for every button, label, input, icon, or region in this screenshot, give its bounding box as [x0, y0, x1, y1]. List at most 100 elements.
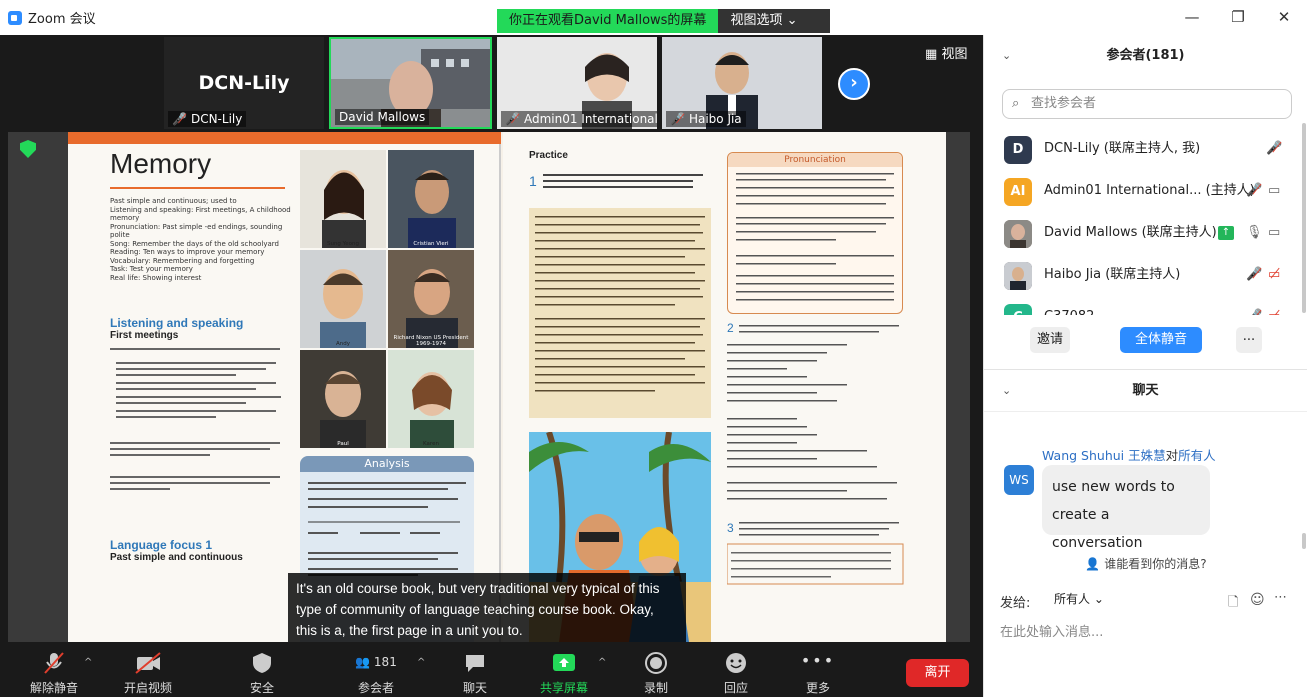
reactions-button[interactable]: 回应	[716, 651, 756, 696]
story-text-graphic	[535, 216, 705, 392]
close-button[interactable]: ✕	[1261, 0, 1307, 35]
exercise-text-block	[110, 346, 295, 506]
avatar: D	[1004, 136, 1032, 164]
chat-message-input[interactable]: 在此处输入消息...	[1000, 621, 1103, 640]
chat-message-line: use new words to	[1052, 479, 1175, 495]
camera-off-icon	[135, 652, 161, 674]
mute-all-button[interactable]: 全体静音	[1120, 327, 1202, 353]
participant-row[interactable]: AI Admin01 International... (主持人) 🎤̸ ▭	[984, 173, 1300, 215]
participants-icon: 👥 181	[355, 655, 397, 669]
avatar: WS	[1004, 465, 1034, 495]
restore-button[interactable]: ❐	[1215, 0, 1261, 35]
collapse-chevron-icon[interactable]: ⌄	[1002, 370, 1011, 412]
more-button[interactable]: ••• 更多	[798, 651, 838, 696]
participant-row[interactable]: Haibo Jia (联席主持人) 🎤̸ ▭̸	[984, 257, 1300, 299]
grid-icon: ▦	[925, 47, 938, 62]
pronunciation-box: Pronunciation	[727, 152, 903, 314]
pronunciation-title: Pronunciation	[728, 153, 902, 167]
start-video-button[interactable]: 开启视频	[120, 651, 176, 696]
participants-options-caret[interactable]: ^	[417, 657, 425, 668]
shield-icon	[253, 653, 271, 673]
collapse-chevron-icon[interactable]: ⌄	[1002, 35, 1011, 77]
more-options-button[interactable]: ...	[1236, 327, 1262, 353]
page-header-band	[68, 132, 501, 144]
title-rule	[110, 187, 285, 189]
video-tile-haibo-jia[interactable]: 🎤̸ Haibo Jia	[662, 37, 822, 129]
unmute-button[interactable]: 解除静音	[26, 651, 82, 696]
participants-panel-title: 参会者(181)	[1106, 48, 1185, 63]
invite-button[interactable]: 邀请	[1030, 327, 1070, 353]
emoji-icon[interactable]: ☺	[1250, 592, 1265, 608]
objective-item: Vocabulary: Remembering and forgetting	[110, 256, 255, 265]
mic-muted-icon[interactable]: 🎤̸	[1246, 183, 1262, 198]
tile-name-label: 🎤̸ Haibo Jia	[666, 111, 746, 127]
objective-item: Pronunciation: Past simple -ed endings, …	[110, 222, 283, 240]
photo-karen: Karen	[388, 350, 474, 448]
video-tile-dcn-lily[interactable]: DCN-Lily 🎤̸ DCN-Lily	[164, 37, 324, 129]
participant-name: DCN-Lily (联席主持人, 我)	[1044, 141, 1201, 156]
live-caption: It's an old course book, but very tradit…	[288, 573, 686, 642]
participant-search-input[interactable]: ⌕ 查找参会者	[1002, 89, 1292, 119]
app-title: Zoom 会议	[28, 12, 96, 27]
mic-muted-icon[interactable]: 🎤̸	[1246, 309, 1262, 315]
chat-sender[interactable]: Wang Shuhui 王姝慧	[1042, 448, 1166, 463]
avatar	[1004, 220, 1032, 248]
video-camera-icon[interactable]: ▭	[1268, 225, 1280, 240]
screen-sharing-icon: ↑	[1218, 226, 1234, 240]
record-button[interactable]: 录制	[636, 651, 676, 696]
share-options-caret[interactable]: ^	[598, 657, 606, 668]
participant-row[interactable]: D DCN-Lily (联席主持人, 我) 🎤̸	[984, 131, 1300, 173]
mic-muted-icon: 🎤̸	[172, 112, 187, 126]
audio-options-caret[interactable]: ^	[84, 657, 92, 668]
video-tile-david-mallows[interactable]: David Mallows	[329, 37, 492, 129]
past-simple-subtitle: Past simple and continuous	[110, 552, 243, 563]
microphone-icon[interactable]: 🎙	[1246, 225, 1263, 240]
video-off-icon[interactable]: ▭̸	[1268, 267, 1280, 282]
participants-button[interactable]: 👥 181 参会者	[346, 651, 406, 696]
mic-muted-icon[interactable]: 🎤̸	[1266, 141, 1282, 156]
security-shield-icon	[20, 140, 36, 158]
chat-message-bubble: use new words to create a conversation	[1042, 465, 1210, 551]
who-can-see-link[interactable]: 👤 谁能看到你的消息?	[984, 555, 1307, 572]
participant-row[interactable]: C C37082 🎤̸ ▭̸	[984, 299, 1300, 315]
leave-button[interactable]: 离开	[906, 659, 969, 687]
view-button[interactable]: ▦ 视图	[925, 43, 967, 62]
book-right-page: Practice 1 Pronunciation 2 3	[503, 132, 946, 642]
svg-text:3: 3	[727, 521, 734, 535]
objective-item: Listening and speaking: First meetings, …	[110, 205, 291, 223]
chat-scrollbar[interactable]	[1302, 533, 1306, 549]
view-options-button[interactable]: 视图选项 ⌄	[718, 9, 831, 33]
video-off-icon[interactable]: ▭̸	[1268, 309, 1280, 315]
chat-divider	[984, 411, 1307, 412]
send-to-dropdown[interactable]: 所有人 ⌄	[1046, 587, 1110, 611]
photo-cristian-vieri: Cristian Vieri	[388, 150, 474, 248]
tile-name-label: 🎤̸ Admin01 International...	[501, 111, 657, 127]
chat-panel-header: ⌄ 聊天	[984, 370, 1307, 412]
language-focus-title: Language focus 1	[110, 538, 213, 552]
participant-row[interactable]: David Mallows (联席主持人) ↑ 🎙 ▭	[984, 215, 1300, 257]
course-book-spread: Memory Past simple and continuous; used …	[68, 132, 946, 642]
video-tile-admin01[interactable]: 🎤̸ Admin01 International...	[497, 37, 657, 129]
shared-screen-content: Memory Past simple and continuous; used …	[8, 132, 970, 642]
more-dots-icon[interactable]: ⋯	[1274, 590, 1287, 605]
person-icon: 👤	[1085, 557, 1101, 571]
file-icon[interactable]: 🗋	[1228, 593, 1238, 615]
chat-button[interactable]: 聊天	[455, 651, 495, 696]
analysis-title: Analysis	[300, 456, 474, 472]
mic-muted-icon[interactable]: 🎤̸	[1246, 267, 1262, 282]
photo-richard-nixon: Richard Nixon US President 1969-1974	[388, 250, 474, 348]
next-page-button[interactable]: ›	[838, 68, 870, 100]
avatar: AI	[1004, 178, 1032, 206]
share-screen-button[interactable]: 共享屏幕	[536, 651, 592, 696]
minimize-button[interactable]: —	[1169, 0, 1215, 35]
objective-item: Reading: Ten ways to improve your memory	[110, 248, 265, 256]
tile-name-label: 🎤̸ DCN-Lily	[168, 111, 247, 127]
video-camera-icon[interactable]: ▭	[1268, 183, 1280, 198]
objective-item: Task: Test your memory	[110, 265, 193, 273]
objective-item: Past simple and continuous; used to	[110, 197, 237, 205]
svg-text:2: 2	[727, 322, 734, 335]
participants-scrollbar[interactable]	[1302, 123, 1306, 313]
photo-paul: Paul	[300, 350, 386, 448]
security-button[interactable]: 安全	[240, 651, 284, 696]
practice-title: Practice	[529, 150, 568, 161]
